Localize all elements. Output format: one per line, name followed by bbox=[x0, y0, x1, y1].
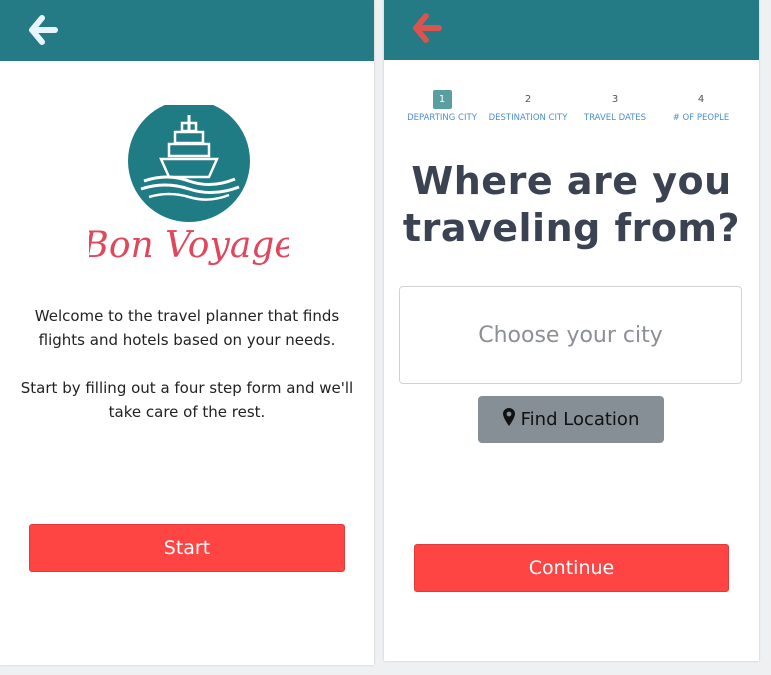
logo-text: Bon Voyage bbox=[89, 225, 289, 266]
map-marker-icon bbox=[502, 408, 515, 431]
departing-city-screen: 1 DEPARTING CITY 2 DESTINATION CITY 3 TR… bbox=[384, 0, 759, 661]
city-input[interactable] bbox=[399, 286, 742, 384]
welcome-text: Welcome to the travel planner that finds… bbox=[34, 307, 340, 349]
step-number: 4 bbox=[697, 94, 705, 105]
bon-voyage-logo: Bon Voyage bbox=[81, 100, 296, 280]
step-number: 2 bbox=[524, 94, 532, 105]
step-departing-city[interactable]: 1 DEPARTING CITY bbox=[397, 87, 487, 123]
ship-logo-icon bbox=[128, 100, 250, 222]
top-bar bbox=[384, 0, 759, 60]
back-arrow-icon[interactable] bbox=[28, 14, 58, 46]
step-travel-dates[interactable]: 3 TRAVEL DATES bbox=[570, 87, 660, 123]
back-arrow-icon[interactable] bbox=[412, 12, 442, 44]
step-label: TRAVEL DATES bbox=[583, 113, 647, 123]
question-heading: Where are you traveling from? bbox=[402, 159, 741, 250]
step-destination-city[interactable]: 2 DESTINATION CITY bbox=[483, 87, 573, 123]
continue-button[interactable]: Continue bbox=[414, 544, 729, 592]
instructions-text: Start by filling out a four step form an… bbox=[20, 379, 354, 421]
step-label: # OF PEOPLE bbox=[672, 113, 730, 123]
start-button[interactable]: Start bbox=[29, 524, 345, 572]
step-label: DESTINATION CITY bbox=[488, 113, 568, 123]
welcome-screen: Bon Voyage Welcome to the travel planner… bbox=[0, 0, 374, 665]
step-label: DEPARTING CITY bbox=[407, 113, 477, 123]
step-number: 3 bbox=[611, 94, 619, 105]
find-location-label: Find Location bbox=[520, 409, 640, 430]
find-location-button[interactable]: Find Location bbox=[478, 396, 664, 443]
step-number-of-people[interactable]: 4 # OF PEOPLE bbox=[656, 87, 746, 123]
step-number: 1 bbox=[432, 90, 452, 109]
top-bar bbox=[0, 0, 374, 61]
